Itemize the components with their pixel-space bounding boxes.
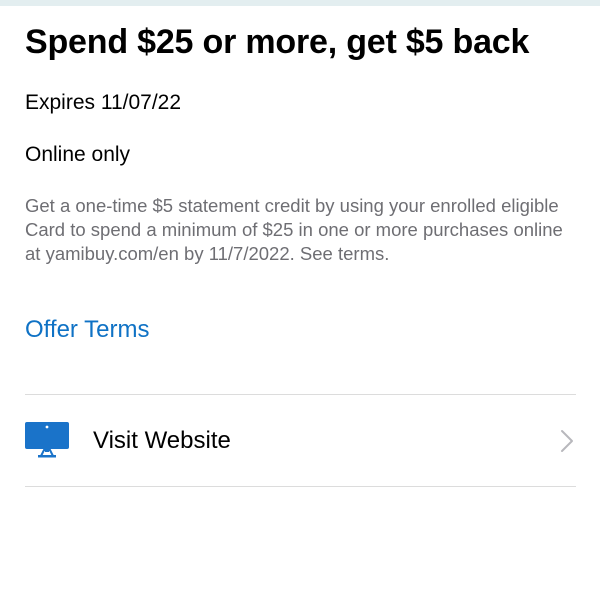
top-bar — [0, 0, 600, 6]
offer-title: Spend $25 or more, get $5 back — [25, 23, 530, 61]
chevron-right-icon — [561, 430, 573, 452]
monitor-icon — [25, 422, 69, 458]
visit-website-label: Visit Website — [93, 427, 231, 454]
divider-bottom — [25, 486, 576, 487]
offer-expiration: Expires 11/07/22 — [25, 91, 182, 114]
offer-channel: Online only — [25, 143, 131, 166]
offer-terms-link[interactable]: Offer Terms — [25, 315, 149, 345]
visit-website-row[interactable]: Visit Website — [25, 395, 576, 486]
offer-description: Get a one-time $5 statement credit by us… — [25, 195, 563, 264]
